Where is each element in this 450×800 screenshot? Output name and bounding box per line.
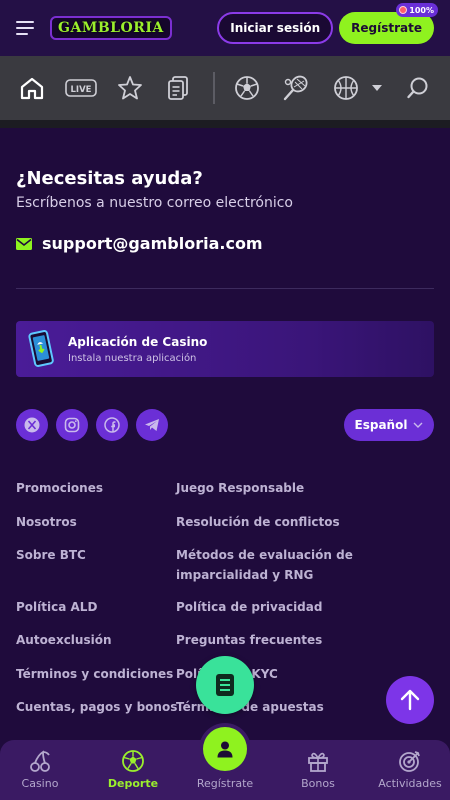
social-links [16, 409, 168, 441]
language-selector-label: Español [354, 418, 408, 432]
phone-download-icon [28, 330, 54, 367]
sports-icon-bar: LIVE [0, 56, 450, 120]
instagram-icon[interactable] [56, 409, 88, 441]
cherries-icon [30, 750, 50, 772]
support-email-row[interactable]: support@gambloria.com [16, 234, 263, 253]
live-icon-label: LIVE [71, 85, 92, 95]
footer-link-politica-ald[interactable]: Política ALD [16, 597, 97, 617]
language-selector[interactable]: Español [344, 409, 434, 441]
basketball-icon[interactable] [330, 56, 362, 120]
star-icon[interactable] [114, 56, 146, 120]
soccer-icon[interactable] [231, 56, 263, 120]
header-actions: Iniciar sesión Regístrate 100% [217, 3, 438, 44]
top-header: GAMBLORIA Iniciar sesión Regístrate 100% [0, 0, 450, 56]
footer-link-politica-privacidad[interactable]: Política de privacidad [176, 597, 322, 617]
login-button[interactable]: Iniciar sesión [217, 12, 334, 44]
betslip-fab[interactable] [196, 656, 254, 714]
bottom-nav-bonos[interactable]: Bonos [278, 740, 358, 800]
help-subtitle: Escríbenos a nuestro correo electrónico [16, 195, 293, 211]
footer-link-juego-responsable[interactable]: Juego Responsable [176, 478, 304, 498]
app-banner-text: Aplicación de Casino Instala nuestra apl… [68, 335, 207, 364]
footer-link-autoexclusion[interactable]: Autoexclusión [16, 630, 112, 650]
register-button[interactable]: Regístrate 100% [339, 3, 438, 44]
bonus-badge-text: 100% [409, 5, 434, 15]
gift-badge-icon [399, 6, 408, 14]
arrow-up-icon [400, 689, 420, 711]
bottom-nav-bonos-label: Bonos [301, 777, 335, 790]
bottom-nav-deporte[interactable]: Deporte [93, 740, 173, 800]
bottom-nav-actividades[interactable]: Actividades [370, 740, 450, 800]
bottom-nav-deporte-label: Deporte [107, 777, 159, 790]
footer-link-promociones[interactable]: Promociones [16, 478, 103, 498]
section-divider [16, 288, 434, 289]
footer-link-sobre-btc[interactable]: Sobre BTC [16, 545, 86, 565]
home-icon[interactable] [16, 56, 48, 120]
iconbar-divider [213, 72, 215, 104]
bottom-nav-casino[interactable]: Casino [0, 740, 80, 800]
app-banner-title: Aplicación de Casino [68, 334, 208, 349]
bonus-badge: 100% [396, 3, 438, 17]
footer-link-rng[interactable]: Métodos de evaluación de imparcialidad y… [176, 545, 434, 585]
envelope-icon [16, 237, 32, 250]
live-icon[interactable]: LIVE [64, 56, 98, 120]
support-email-link[interactable]: support@gambloria.com [42, 234, 263, 253]
app-banner-subtitle: Instala nuestra aplicación [68, 352, 197, 364]
soccer-ball-icon [122, 750, 144, 772]
gift-icon [308, 752, 328, 772]
facebook-icon[interactable] [96, 409, 128, 441]
x-icon[interactable] [16, 409, 48, 441]
footer-link-resolucion-conflictos[interactable]: Resolución de conflictos [176, 512, 340, 532]
tennis-icon[interactable] [280, 56, 312, 120]
chevron-down-icon [413, 422, 423, 428]
telegram-icon[interactable] [136, 409, 168, 441]
betslip-icon[interactable] [162, 56, 194, 120]
footer-link-nosotros[interactable]: Nosotros [16, 512, 77, 532]
footer-link-terminos[interactable]: Términos y condiciones [16, 664, 173, 684]
footer-link-cuentas-pagos-bonos[interactable]: Cuentas, pagos y bonos [16, 697, 177, 717]
register-fab[interactable] [203, 727, 247, 771]
target-icon [399, 751, 420, 772]
bottom-nav-actividades-label: Actividades [378, 777, 442, 790]
chevron-down-icon[interactable] [368, 56, 386, 120]
casino-app-banner[interactable]: Aplicación de Casino Instala nuestra apl… [16, 321, 434, 377]
bottom-nav-casino-label: Casino [21, 777, 59, 790]
user-icon [217, 741, 233, 758]
hamburger-menu-icon[interactable] [16, 21, 36, 35]
footer-link-preguntas-frecuentes[interactable]: Preguntas frecuentes [176, 630, 322, 650]
gambloria-logo[interactable]: GAMBLORIA [50, 16, 172, 40]
iconbar-shadow [0, 120, 450, 128]
receipt-icon [216, 674, 234, 696]
bottom-nav-registrate-label: Regístrate [196, 777, 254, 790]
scroll-to-top-button[interactable] [386, 676, 434, 724]
search-icon[interactable] [403, 56, 433, 120]
help-title: ¿Necesitas ayuda? [16, 168, 203, 189]
register-button-label: Regístrate [351, 21, 422, 35]
footer-link-terminos-apuestas[interactable]: Términos de apuestas [176, 697, 324, 717]
